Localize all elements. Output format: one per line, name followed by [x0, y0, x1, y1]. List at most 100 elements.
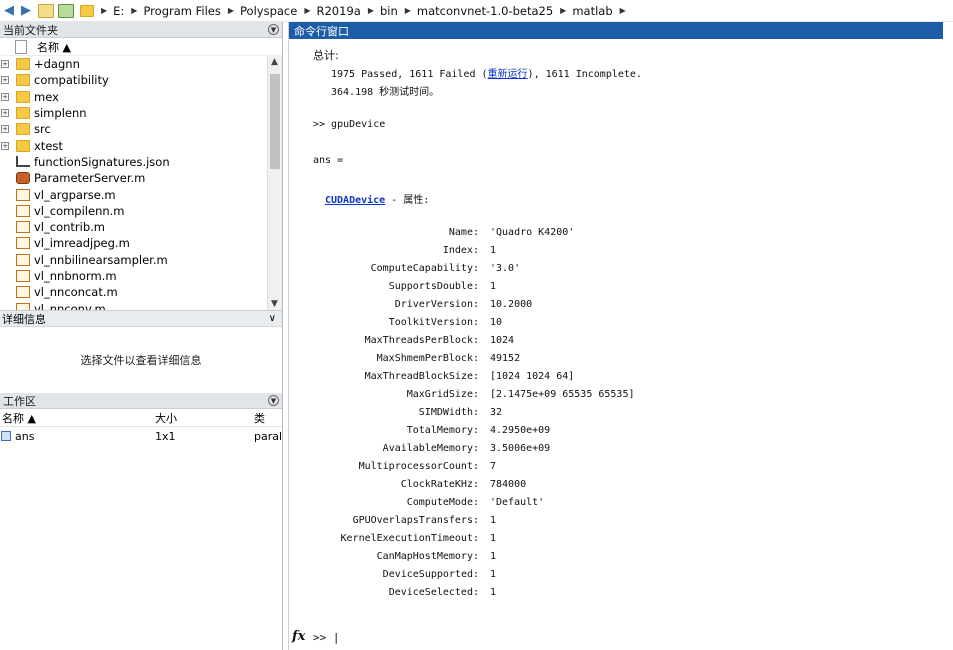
file-list-item[interactable]: vl_nnbnorm.m [0, 268, 282, 284]
file-list-item[interactable]: ParameterServer.m [0, 170, 282, 186]
m-file-icon [16, 221, 30, 234]
up-folder-icon[interactable] [38, 3, 54, 18]
property-value: 32 [490, 407, 503, 418]
breadcrumb: ▶ E: ▶ Program Files ▶ Polyspace ▶ R2019a ▶ bin ▶ m… [94, 4, 632, 18]
file-list-item[interactable]: + compatibility [0, 72, 282, 88]
command-prompt[interactable]: >> | [313, 631, 340, 644]
file-list-item[interactable]: vl_nnconv.m [0, 300, 282, 310]
breadcrumb-separator-icon[interactable]: ▶ [405, 6, 411, 15]
address-bar: ◀ ▶ ▶ E: ▶ Program Files ▶ Polyspace ▶ R2019a ▶ b… [0, 0, 953, 22]
properties-label: - 属性: [385, 195, 430, 206]
command-window-body[interactable]: 总计: 1975 Passed, 1611 Failed (重新运行), 161… [289, 39, 943, 650]
breadcrumb-separator-icon[interactable]: ▶ [304, 6, 310, 15]
current-folder-title: 当前文件夹 [3, 23, 58, 37]
m-file-icon [16, 204, 30, 217]
expand-icon[interactable]: + [1, 109, 9, 118]
file-list-item[interactable]: vl_imreadjpeg.m [0, 235, 282, 251]
panel-actions-icon[interactable]: ▼ [268, 395, 279, 406]
expand-icon[interactable]: + [1, 60, 9, 69]
file-name: compatibility [34, 73, 109, 88]
breadcrumb-separator-icon[interactable]: ▶ [228, 6, 234, 15]
file-name: vl_compilenn.m [34, 203, 125, 218]
file-list-item[interactable]: + xtest [0, 137, 282, 153]
breadcrumb-item[interactable]: R2019a [317, 4, 361, 18]
breadcrumb-item[interactable]: Program Files [143, 4, 220, 18]
breadcrumb-separator-icon[interactable]: ▶ [368, 6, 374, 15]
file-list-item[interactable]: + +dagnn [0, 56, 282, 72]
breadcrumb-item[interactable]: Polyspace [240, 4, 297, 18]
file-list-item[interactable]: vl_nnconcat.m [0, 284, 282, 300]
file-list-item[interactable]: vl_compilenn.m [0, 203, 282, 219]
expand-icon[interactable]: + [1, 141, 9, 150]
m-file-icon [16, 253, 30, 266]
variable-name: ans [15, 429, 35, 443]
ans-line: ans = [313, 155, 344, 166]
breadcrumb-separator-icon[interactable]: ▶ [620, 6, 626, 15]
scroll-down-icon[interactable]: ▼ [271, 299, 278, 309]
expand-icon[interactable]: + [1, 92, 9, 101]
workspace-name-column[interactable]: 名称 ▲ [0, 410, 155, 426]
property-value: 1 [490, 587, 497, 598]
workspace-size-column[interactable]: 大小 [155, 410, 254, 426]
file-name: ParameterServer.m [34, 171, 146, 186]
property-value: 1 [490, 551, 497, 562]
name-column-header[interactable]: 名称 ▲ [37, 39, 71, 55]
property-value: 'Quadro K4200' [490, 227, 575, 238]
scrollbar-thumb[interactable] [270, 74, 280, 169]
breadcrumb-item[interactable]: E: [113, 4, 124, 18]
property-name: ToolkitVersion: [388, 317, 479, 328]
browse-folder-icon[interactable] [58, 3, 74, 18]
file-list-header[interactable]: 名称 ▲ [0, 38, 282, 56]
breadcrumb-item[interactable]: bin [380, 4, 398, 18]
property-name: MaxThreadBlockSize: [364, 371, 479, 382]
property-name: SupportsDouble: [388, 281, 479, 292]
breadcrumb-item[interactable]: matlab [572, 4, 612, 18]
breadcrumb-separator-icon[interactable]: ▶ [131, 6, 137, 15]
property-name: AvailableMemory: [382, 443, 479, 454]
m-file-icon [16, 237, 30, 250]
file-list-item[interactable]: vl_nnbilinearsampler.m [0, 252, 282, 268]
file-name: xtest [34, 138, 63, 153]
property-name: MaxShmemPerBlock: [376, 353, 479, 364]
file-list-item[interactable]: vl_argparse.m [0, 186, 282, 202]
workspace-row[interactable]: ans 1x1 paral [0, 427, 282, 445]
panel-actions-icon[interactable]: ▼ [268, 24, 279, 35]
property-name: ClockRateKHz: [400, 479, 479, 490]
details-panel-title[interactable]: 详细信息 ∨ [0, 310, 282, 327]
property-value: 'Default' [490, 497, 545, 508]
breadcrumb-separator-icon[interactable]: ▶ [560, 6, 566, 15]
test-results-line: 1975 Passed, 1611 Failed (重新运行), 1611 In… [331, 65, 642, 80]
breadcrumb-separator-icon[interactable]: ▶ [101, 6, 107, 15]
file-list-item[interactable]: + simplenn [0, 105, 282, 121]
file-name: vl_nnconcat.m [34, 285, 118, 300]
json-file-icon [16, 156, 30, 168]
back-arrow-icon[interactable]: ◀ [1, 2, 17, 20]
file-list-item[interactable]: + mex [0, 89, 282, 105]
m-file-icon [16, 270, 30, 282]
file-list-item[interactable]: + src [0, 121, 282, 137]
file-list-item[interactable]: functionSignatures.json [0, 154, 282, 170]
file-name: vl_nnbnorm.m [34, 269, 117, 283]
cuda-device-link[interactable]: CUDADevice [325, 195, 385, 206]
file-name: vl_nnconv.m [34, 301, 106, 310]
file-name: vl_argparse.m [34, 187, 116, 202]
breadcrumb-item[interactable]: matconvnet-1.0-beta25 [417, 4, 553, 18]
property-value: [1024 1024 64] [490, 371, 575, 382]
scroll-up-icon[interactable]: ▲ [271, 57, 278, 67]
chevron-down-icon[interactable]: ∨ [269, 313, 276, 324]
expand-icon[interactable]: + [1, 125, 9, 134]
expand-icon[interactable]: + [1, 76, 9, 85]
file-list-item[interactable]: vl_contrib.m [0, 219, 282, 235]
details-title: 详细信息 [2, 312, 46, 326]
file-list-scrollbar[interactable]: ▲ ▼ [267, 56, 282, 310]
rerun-link[interactable]: 重新运行 [488, 69, 528, 80]
forward-arrow-icon[interactable]: ▶ [18, 2, 34, 20]
workspace-header: 名称 ▲ 大小 类 [0, 409, 282, 427]
property-value: 4.2950e+09 [490, 425, 551, 436]
fx-icon[interactable]: fx [292, 629, 305, 644]
file-name: +dagnn [34, 57, 80, 72]
command-window: 命令行窗口 总计: 1975 Passed, 1611 Failed (重新运行… [288, 22, 943, 650]
workspace-class-column[interactable]: 类 [254, 410, 282, 426]
property-value: 784000 [490, 479, 527, 490]
property-value: 1 [490, 533, 497, 544]
